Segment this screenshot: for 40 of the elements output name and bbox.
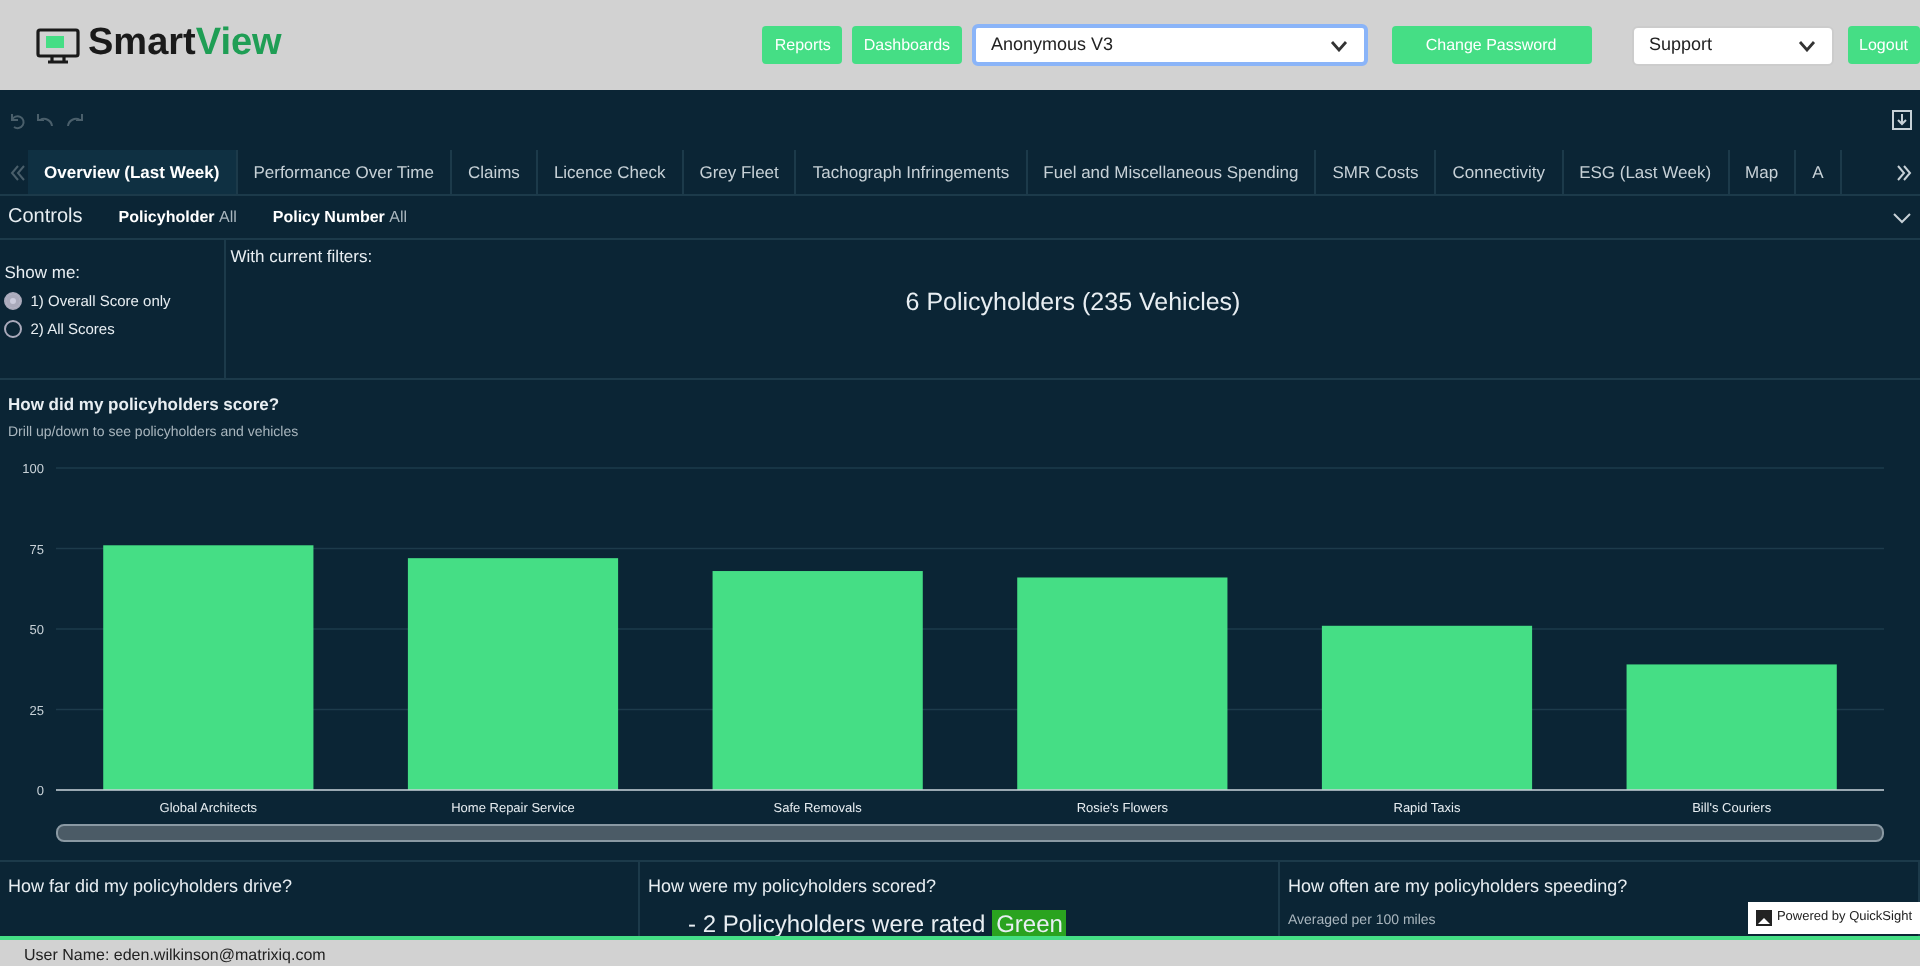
radio-button[interactable] [4,319,23,338]
dataset-dropdown[interactable]: Anonymous V3 [971,24,1368,66]
show-me-label: Show me: [4,260,83,286]
tab[interactable]: Claims [451,150,538,194]
tab[interactable]: SMR Costs [1316,150,1437,194]
tab[interactable]: Map [1729,150,1797,194]
scrollbar[interactable] [56,824,1884,843]
tab[interactable]: Grey Fleet [683,150,797,194]
reset-icon[interactable] [8,111,26,129]
filter-label[interactable]: Policyholder All [118,205,237,229]
tab[interactable]: Overview (Last Week) [28,150,238,194]
radio-button[interactable] [4,292,23,311]
tab[interactable]: Fuel and Miscellaneous Spending [1027,150,1317,194]
controls-title: Controls [8,204,83,232]
tab[interactable]: Tachograph Infringements [796,150,1028,194]
support-dropdown[interactable]: Support [1631,25,1834,65]
panel-title: How were my policyholders scored? [648,874,939,900]
chevron-down-icon [1329,39,1348,51]
filter-label[interactable]: Policy Number All [272,205,408,229]
chevron-down-icon [1797,39,1816,51]
redo-icon[interactable] [64,111,84,129]
tab[interactable]: A [1796,150,1842,194]
summary-value: 6 Policyholders (235 Vehicles) [903,286,1243,320]
monitor-logo-icon [36,27,80,63]
chart-title: How did my policyholders score? [8,392,282,418]
tab[interactable]: Licence Check [537,150,684,194]
rating-text: - 2 Policyholders were rated Green [686,907,1069,936]
expand-icon[interactable] [1892,211,1912,223]
panel-title: How often are my policyholders speeding? [1288,874,1630,900]
summary-label: With current filters: [230,244,375,270]
undo-icon[interactable] [35,111,55,129]
download-icon[interactable] [1892,110,1912,130]
brand-name: SmartView [88,20,282,69]
image-icon [1756,910,1773,927]
tab[interactable]: ESG (Last Week) [1563,150,1730,194]
panel-title: How far did my policyholders drive? [8,874,295,900]
username-text: User Name: eden.wilkinson@matrixiq.com [0,936,1920,966]
tab[interactable]: Connectivity [1436,150,1564,194]
tab[interactable]: Performance Over Time [237,150,452,194]
bar[interactable] [1626,664,1837,791]
